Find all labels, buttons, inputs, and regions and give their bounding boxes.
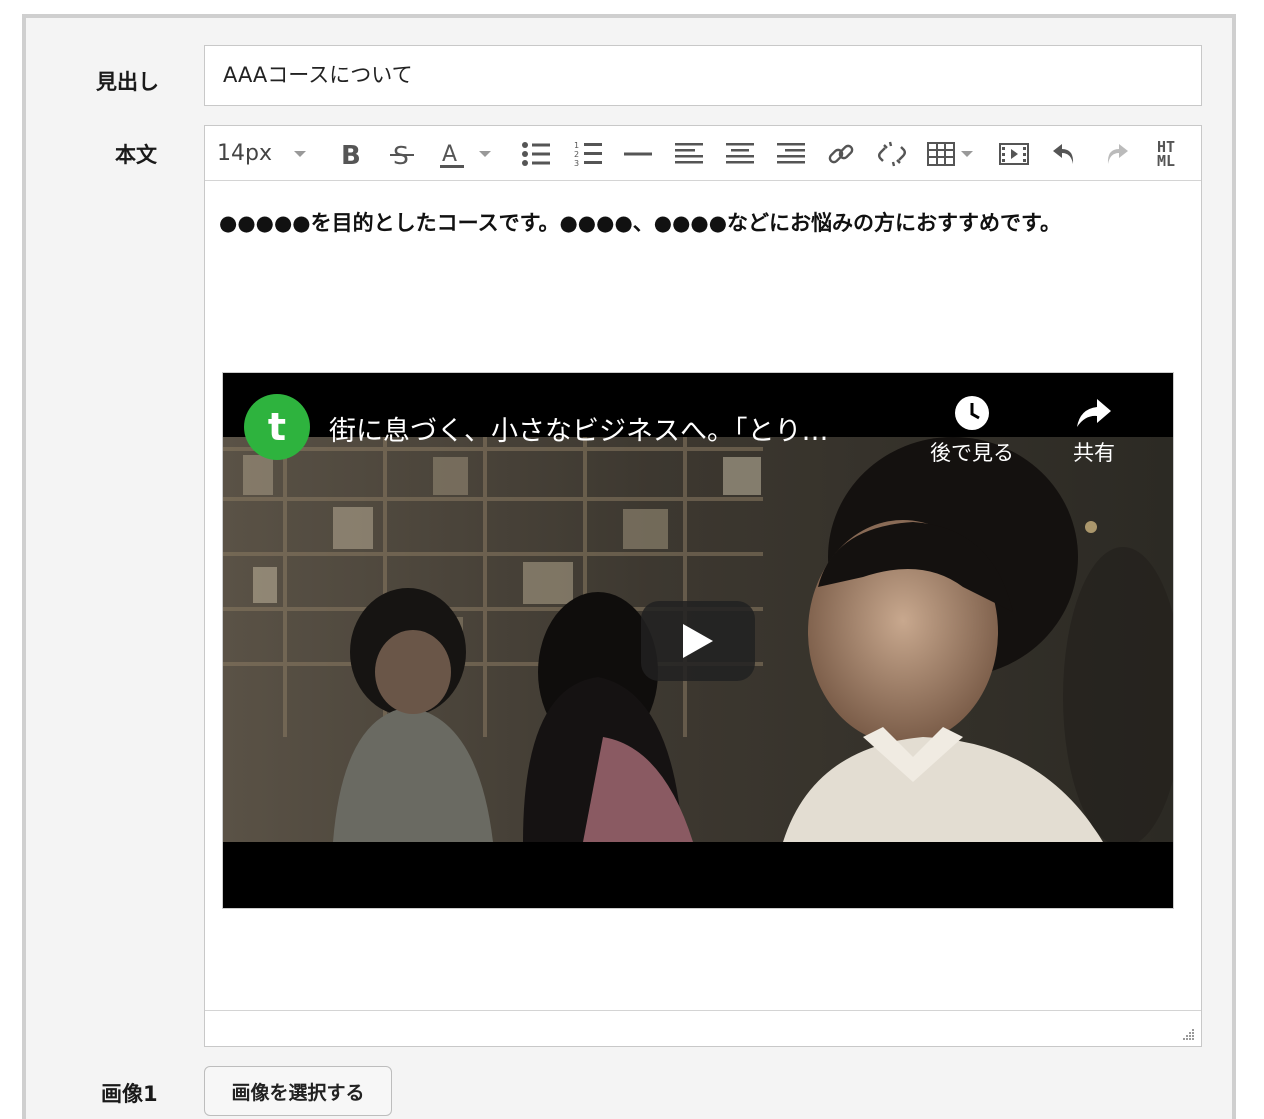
watch-later-label: 後で見る <box>930 441 1014 465</box>
chevron-down-icon <box>479 150 491 157</box>
bold-icon: B <box>341 141 360 167</box>
play-icon <box>683 624 713 658</box>
numbered-list-button[interactable]: 123 <box>571 126 605 181</box>
resize-grip-icon[interactable] <box>1181 1027 1195 1041</box>
bold-button[interactable]: B <box>335 126 365 181</box>
unlink-icon <box>878 141 906 166</box>
unlink-button[interactable] <box>875 126 909 181</box>
svg-text:3: 3 <box>574 159 579 168</box>
align-right-icon <box>777 142 805 163</box>
editor-statusbar <box>205 1010 1201 1046</box>
align-center-icon <box>726 142 754 163</box>
redo-button[interactable] <box>1099 126 1133 181</box>
align-left-button[interactable] <box>672 126 706 181</box>
align-left-icon <box>675 142 703 163</box>
html-label-bottom: ML <box>1156 151 1176 170</box>
editor-content[interactable]: ●●●●●を目的としたコースです。●●●●、●●●●などにお悩みの方におすすめで… <box>205 181 1201 1011</box>
video-button[interactable] <box>997 126 1031 181</box>
link-button[interactable] <box>824 126 858 181</box>
table-button[interactable] <box>927 126 981 181</box>
html-source-button[interactable]: HT ML <box>1149 126 1183 181</box>
svg-text:B: B <box>341 141 360 167</box>
channel-initial: t <box>267 405 287 449</box>
body-label: 本文 <box>115 143 157 167</box>
share-icon <box>1077 399 1111 427</box>
watch-later-button[interactable]: 後で見る <box>917 395 1027 467</box>
strikethrough-button[interactable]: S <box>385 126 419 181</box>
link-icon <box>828 144 854 163</box>
align-right-button[interactable] <box>774 126 808 181</box>
bullet-list-button[interactable] <box>519 126 553 181</box>
share-button[interactable]: 共有 <box>1039 395 1149 467</box>
heading-input[interactable]: AAAコースについて <box>204 45 1202 106</box>
horizontal-rule-button[interactable] <box>621 126 655 181</box>
share-label: 共有 <box>1073 441 1115 465</box>
embedded-video[interactable]: t 街に息づく、小さなビジネスへ。「とり… 後で見る 共有 <box>222 372 1174 909</box>
chevron-down-icon <box>293 150 306 157</box>
heading-label: 見出し <box>96 70 159 94</box>
undo-icon <box>1053 143 1074 164</box>
horizontal-rule-icon <box>624 152 652 155</box>
clock-icon <box>955 396 989 430</box>
select-image-button[interactable]: 画像を選択する <box>204 1066 392 1116</box>
body-paragraph: ●●●●●を目的としたコースです。●●●●、●●●●などにお悩みの方におすすめで… <box>219 211 1061 235</box>
video-title[interactable]: 街に息づく、小さなビジネスへ。「とり… <box>329 409 829 448</box>
align-center-button[interactable] <box>723 126 757 181</box>
numbered-list-icon: 123 <box>574 141 602 168</box>
play-button[interactable] <box>641 601 755 681</box>
editor-toolbar: 14px B S A 123 HT ML <box>205 126 1201 181</box>
text-color-button[interactable]: A <box>437 126 501 181</box>
channel-avatar[interactable]: t <box>244 394 310 460</box>
video-icon <box>999 142 1029 165</box>
svg-text:2: 2 <box>574 150 579 159</box>
chevron-down-icon <box>961 150 973 157</box>
bullet-list-icon <box>522 141 550 166</box>
font-size-value: 14px <box>217 141 272 166</box>
svg-text:1: 1 <box>574 141 579 150</box>
redo-icon <box>1107 143 1128 164</box>
rich-text-editor: 14px B S A 123 HT ML ●●●●●を目的としたコースです。●●… <box>204 125 1202 1047</box>
image1-label: 画像1 <box>101 1082 158 1106</box>
text-color-icon: A <box>440 142 464 168</box>
strikethrough-icon: S <box>390 141 414 168</box>
undo-button[interactable] <box>1048 126 1082 181</box>
font-size-select[interactable]: 14px <box>217 126 317 181</box>
table-icon <box>927 141 955 166</box>
svg-text:A: A <box>442 142 457 167</box>
